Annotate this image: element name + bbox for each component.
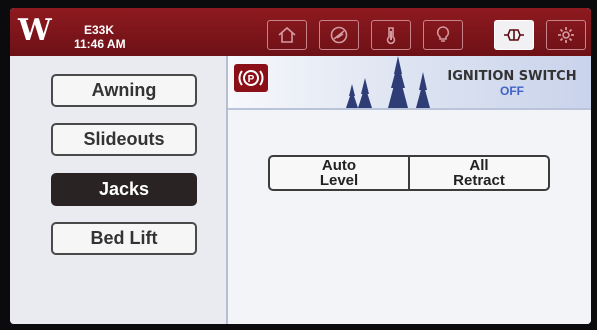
pine-trees-graphic — [346, 56, 430, 108]
header-bar: W E33K 11:46 AM — [10, 8, 591, 56]
parking-brake-icon: P — [234, 64, 268, 92]
ignition-switch-label: IGNITION SWITCH — [447, 69, 577, 84]
home-icon — [278, 26, 296, 43]
main-panel: P IGNITION SWITCH OFF Auto Level All Ret… — [228, 56, 591, 324]
slideout-icon — [330, 26, 348, 44]
auto-level-line-1: Auto — [321, 157, 357, 174]
tab-climate[interactable] — [371, 20, 411, 50]
tab-jacks[interactable] — [494, 20, 534, 50]
all-retract-line-1: All — [469, 157, 489, 174]
tab-home[interactable] — [267, 20, 307, 50]
jack-control-group: Auto Level All Retract — [268, 155, 550, 191]
auto-level-line-2: Level — [319, 172, 359, 189]
all-retract-button[interactable]: All Retract — [408, 157, 548, 189]
sidebar-item-bed-lift[interactable]: Bed Lift — [51, 222, 197, 255]
svg-text:P: P — [248, 74, 255, 85]
sidebar: Awning Slideouts Jacks Bed Lift — [10, 56, 228, 324]
sidebar-item-awning[interactable]: Awning — [51, 74, 197, 107]
touchscreen: W E33K 11:46 AM Awning Slideouts Jacks B… — [10, 8, 591, 324]
model-label: E33K — [84, 23, 115, 37]
clock: 11:46 AM — [74, 37, 126, 51]
tab-slideouts[interactable] — [319, 20, 359, 50]
brand-logo: W — [18, 13, 52, 48]
auto-level-button[interactable]: Auto Level — [270, 157, 408, 189]
lightbulb-icon — [436, 26, 450, 42]
jack-icon — [504, 29, 524, 41]
status-banner: P IGNITION SWITCH OFF — [228, 56, 591, 110]
sidebar-item-slideouts[interactable]: Slideouts — [51, 123, 197, 156]
gear-icon — [558, 27, 574, 43]
thermometer-icon — [386, 27, 396, 45]
sidebar-item-jacks[interactable]: Jacks — [51, 173, 197, 206]
ignition-status-value: OFF — [500, 84, 524, 98]
tab-lighting[interactable] — [423, 20, 463, 50]
all-retract-line-2: Retract — [453, 172, 505, 189]
tab-settings[interactable] — [546, 20, 586, 50]
